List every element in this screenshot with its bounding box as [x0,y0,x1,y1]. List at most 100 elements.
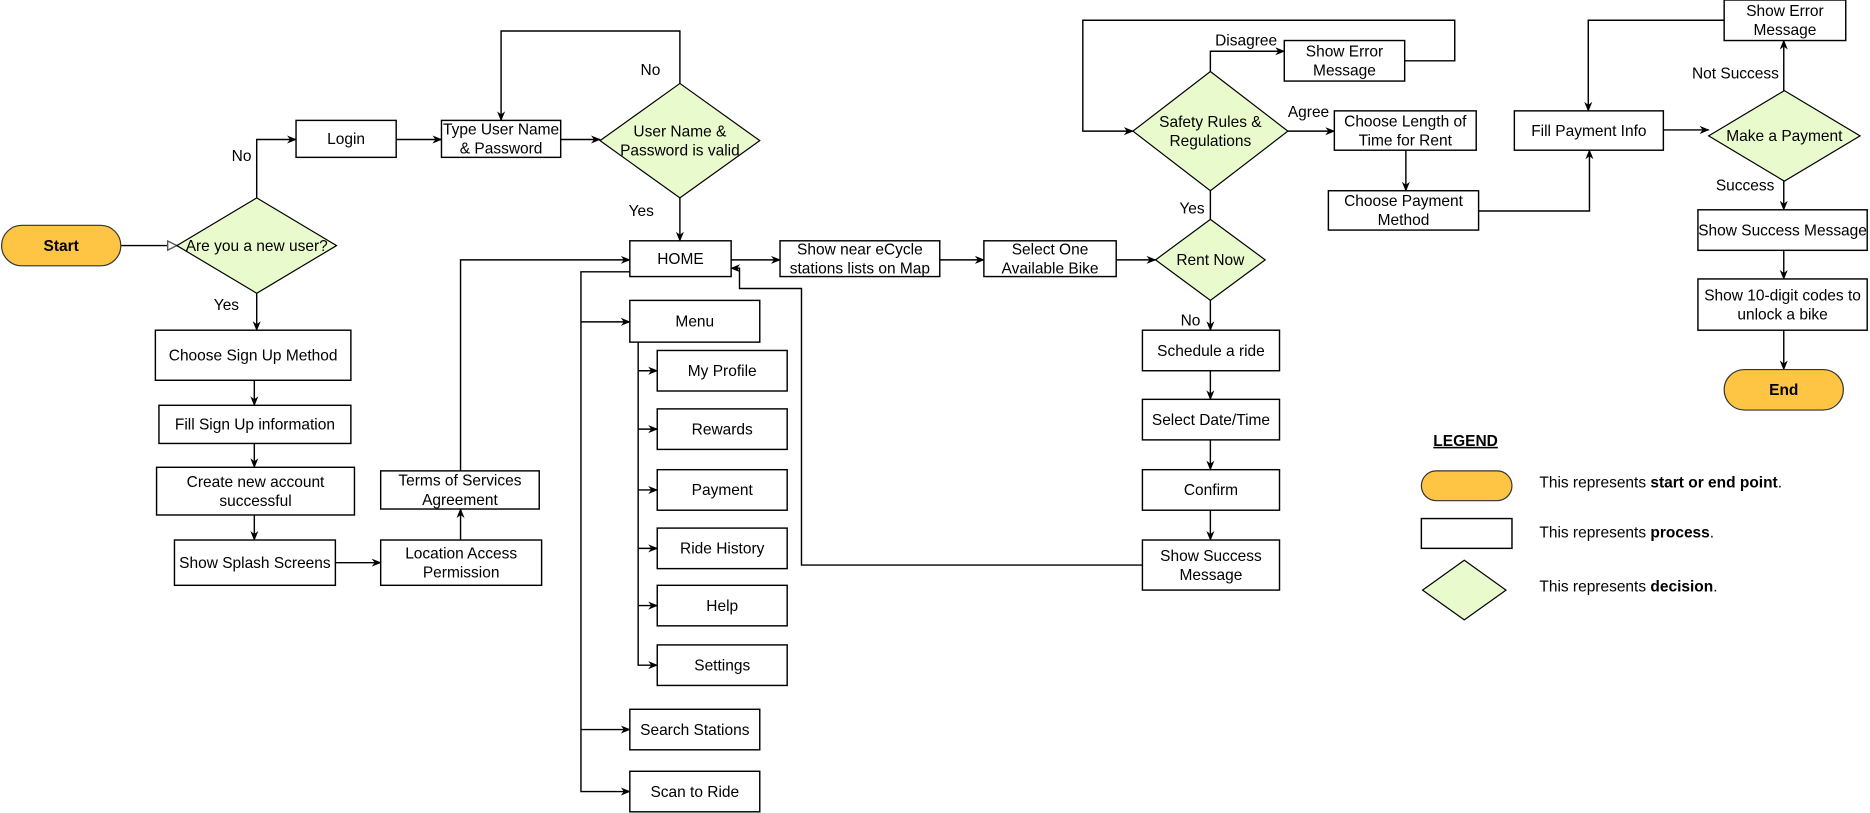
legend-terminal-swatch [1420,470,1513,502]
node-label: Show Success Message [1698,222,1867,239]
home-step[interactable]: HOME [629,240,732,278]
ride-history-step[interactable]: Ride History [656,527,788,570]
node-label: Settings [694,657,750,674]
splash-step[interactable]: Show Splash Screens [173,539,337,587]
edge-label-safety-disagree: Disagree [1215,32,1277,49]
legend-item-terminal: This represents start or end point. [1420,470,1782,502]
node-label: Show Splash Screens [179,555,331,572]
node-label: Type User Name [443,122,559,139]
node-label: Menu [675,314,714,331]
node-label: Login [327,131,365,148]
connector-arrow [637,342,659,670]
node-label: Terms of Services [398,473,521,490]
node-label: Choose Length of [1344,113,1467,130]
search-stations-step[interactable]: Search Stations [629,708,761,751]
node-label: Confirm [1184,482,1238,499]
payment-step[interactable]: Payment [656,468,788,511]
help-step[interactable]: Help [656,584,788,627]
make-payment-decision[interactable]: Make a Payment [1707,89,1862,182]
confirm-step[interactable]: Confirm [1141,468,1281,511]
error-safety-step[interactable]: Show Error Message [1283,39,1406,82]
error-payment-step[interactable]: Show Error Message [1723,0,1847,42]
node-label: Fill Sign Up information [175,417,335,434]
node-label: Time for Rent [1359,132,1453,149]
node-label: User Name & [633,123,727,140]
node-label: Show Error [1746,3,1823,20]
choose-signup-step[interactable]: Choose Sign Up Method [154,329,352,381]
edge-label-safety-agree: Agree [1288,104,1329,121]
node-label: Show Success [1160,548,1262,565]
node-label: Are you a new user? [186,238,328,255]
terms-step[interactable]: Terms of Services Agreement [379,470,540,510]
my-profile-step[interactable]: My Profile [656,349,788,392]
edge-label-rent-no: No [1181,312,1201,329]
node-label: unlock a bike [1737,306,1827,323]
show-codes-step[interactable]: Show 10-digit codes to unlock a bike [1697,278,1868,331]
connector-arrow [255,135,298,198]
legend-process-swatch [1420,517,1513,550]
location-permission-step[interactable]: Location Access Permission [379,539,543,587]
show-stations-step[interactable]: Show near eCycle stations lists on Map [779,240,941,278]
schedule-ride-step[interactable]: Schedule a ride [1141,329,1281,372]
rewards-step[interactable]: Rewards [656,408,788,451]
menu-step[interactable]: Menu [629,299,761,343]
node-label: Available Bike [1002,261,1099,278]
legend-item-decision: This represents decision. [1421,559,1718,621]
fill-signup-step[interactable]: Fill Sign Up information [158,404,352,445]
node-label: successful [219,493,291,510]
legend-decision-swatch [1421,559,1508,621]
node-label: Show Error [1306,44,1383,61]
node-label: Permission [423,564,500,581]
success-schedule-step[interactable]: Show Success Message [1141,539,1281,591]
node-label: HOME [657,251,703,268]
edge-label-payment-not-success: Not Success [1692,66,1779,83]
choose-payment-step[interactable]: Choose Payment Method [1327,190,1480,231]
end-terminal[interactable]: End [1723,368,1844,411]
safety-rules-decision[interactable]: Safety Rules & Regulations [1131,70,1289,192]
legend-title: LEGEND [1433,433,1498,450]
node-label: End [1769,382,1798,399]
ecycle-app-flowchart: Start Are you a new user? Login Type User N… [1,0,1868,813]
rent-now-decision[interactable]: Rent Now [1154,218,1267,302]
node-label: Select One [1012,241,1089,258]
login-step[interactable]: Login [295,119,397,159]
choose-length-step[interactable]: Choose Length of Time for Rent [1333,110,1477,151]
legend-text: This represents start or end point. [1539,475,1782,492]
connector-arrow [580,271,631,796]
edge-label-payment-success: Success [1716,178,1775,195]
connector-arrow [1209,47,1286,72]
edge-label-valid-yes: Yes [629,203,655,220]
legend-text: This represents decision. [1539,578,1717,595]
credentials-valid-decision[interactable]: User Name & Password is valid [599,82,761,199]
legend-text: This represents process. [1539,525,1714,542]
node-label: Agreement [422,492,498,509]
start-terminal[interactable]: Start [1,224,122,267]
node-label: My Profile [688,363,757,380]
type-credentials-step[interactable]: Type User Name & Password [440,119,562,159]
edge-label-new-user-no: No [232,148,252,165]
node-label: Rent Now [1176,252,1245,269]
edge-labels: No Yes No Yes Disagree Agree Yes No Not Success S… [214,32,1779,329]
settings-step[interactable]: Settings [656,644,788,687]
node-label: Choose Sign Up Method [169,348,338,365]
edge-label-safety-yes: Yes [1179,200,1205,217]
create-account-step[interactable]: Create new account successful [155,466,356,516]
scan-to-ride-step[interactable]: Scan to Ride [629,770,761,813]
new-user-decision[interactable]: Are you a new user? [175,197,338,294]
legend: LEGEND This represents start or end point… [1420,433,1782,621]
node-label: Message [1754,22,1817,39]
fill-payment-step[interactable]: Fill Payment Info [1513,110,1665,151]
node-label: Regulations [1169,133,1251,150]
flowchart-nodes: Start Are you a new user? Login Type User N… [1,0,1868,813]
success-payment-step[interactable]: Show Success Message [1697,209,1868,252]
connector-arrow [459,255,631,471]
node-label: Make a Payment [1726,128,1843,145]
node-label: Message [1180,567,1243,584]
select-bike-step[interactable]: Select One Available Bike [983,240,1117,278]
node-label: stations lists on Map [790,261,930,278]
node-label: Show 10-digit codes to [1704,287,1861,304]
node-label: Method [1378,212,1430,229]
node-label: Start [44,238,79,255]
node-label: Create new account [187,474,325,491]
select-datetime-step[interactable]: Select Date/Time [1141,398,1281,441]
